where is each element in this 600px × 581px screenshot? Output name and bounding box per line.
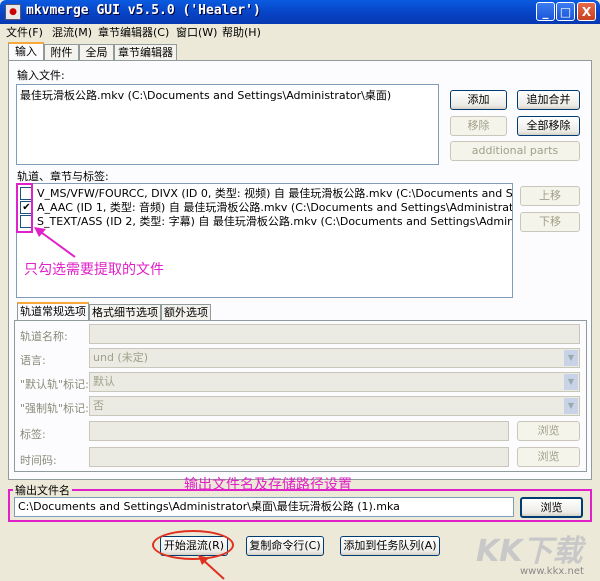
add-to-queue-button[interactable]: 添加到任务队列(A) (340, 536, 440, 556)
maximize-button[interactable]: □ (556, 2, 575, 21)
language-label: 语言: (20, 354, 46, 367)
output-filename-label: 输出文件名 (13, 482, 72, 498)
default-flag-select[interactable]: 默认 ▼ (89, 372, 580, 392)
remove-all-button[interactable]: 全部移除 (517, 116, 580, 136)
forced-flag-value: 否 (93, 399, 104, 412)
tab-global[interactable]: 全局 (79, 44, 114, 61)
default-flag-value: 默认 (93, 375, 115, 388)
default-flag-label: "默认轨"标记: (20, 378, 89, 391)
timecodes-label: 时间码: (20, 454, 57, 467)
annotation-arrow-icon (34, 227, 76, 258)
window-title: mkvmerge GUI v5.5.0 ('Healer') (26, 3, 261, 18)
language-value: und (未定) (93, 351, 149, 364)
kk-watermark-logo: KK下载 (476, 534, 583, 569)
track-item-audio[interactable]: A_AAC (ID 1, 类型: 音频) 自 最佳玩滑板公路.mkv (C:\D… (37, 201, 512, 215)
track-item-subtitle[interactable]: S_TEXT/ASS (ID 2, 类型: 字幕) 自 最佳玩滑板公路.mkv … (37, 215, 512, 229)
timecodes-browse-button[interactable]: 浏览 (517, 447, 580, 467)
subtab-format[interactable]: 格式细节选项 (89, 304, 161, 321)
input-file-item[interactable]: 最佳玩滑板公路.mkv (C:\Documents and Settings\A… (20, 87, 391, 103)
minimize-button[interactable]: _ (536, 2, 555, 21)
tags-browse-button[interactable]: 浏览 (517, 421, 580, 441)
kk-watermark-url: www.kkx.net (520, 566, 584, 577)
menu-file[interactable]: 文件(F) (6, 24, 43, 42)
move-down-button[interactable]: 下移 (520, 212, 580, 232)
input-files-label: 输入文件: (17, 69, 65, 82)
input-files-list[interactable]: 最佳玩滑板公路.mkv (C:\Documents and Settings\A… (16, 84, 439, 165)
track-name-field[interactable] (89, 324, 580, 344)
menu-mux[interactable]: 混流(M) (52, 24, 92, 42)
menu-chapter-editor[interactable]: 章节编辑器(C) (98, 24, 169, 42)
remove-button[interactable]: 移除 (450, 116, 507, 136)
tracks-label: 轨道、章节与标签: (17, 170, 109, 183)
tab-attachments[interactable]: 附件 (44, 44, 79, 61)
mkv-app-icon: ● (5, 4, 21, 20)
tab-chapter-editor[interactable]: 章节编辑器 (114, 44, 177, 61)
timecodes-field[interactable] (89, 447, 509, 467)
copy-command-button[interactable]: 复制命令行(C) (246, 536, 324, 556)
chevron-down-icon: ▼ (564, 350, 578, 366)
tags-label: 标签: (20, 428, 46, 441)
additional-parts-button[interactable]: additional parts (450, 141, 580, 161)
subtab-extra[interactable]: 额外选项 (161, 304, 211, 321)
menu-window[interactable]: 窗口(W) (176, 24, 217, 42)
chevron-down-icon: ▼ (564, 374, 578, 390)
tab-input[interactable]: 输入 (8, 42, 44, 61)
menu-help[interactable]: 帮助(H) (222, 24, 261, 42)
menu-bar: 文件(F) 混流(M) 章节编辑器(C) 窗口(W) 帮助(H) (0, 24, 600, 42)
track-name-label: 轨道名称: (20, 330, 68, 343)
move-up-button[interactable]: 上移 (520, 186, 580, 206)
language-select[interactable]: und (未定) ▼ (89, 348, 580, 368)
forced-flag-select[interactable]: 否 ▼ (89, 396, 580, 416)
chevron-down-icon: ▼ (564, 398, 578, 414)
title-bar: ● mkvmerge GUI v5.5.0 ('Healer') _ □ X (0, 0, 600, 24)
append-button[interactable]: 追加合并 (517, 90, 580, 110)
output-browse-button[interactable]: 浏览 (520, 497, 583, 518)
start-arrow-icon (198, 555, 225, 580)
tracks-list[interactable]: V_MS/VFW/FOURCC, DIVX (ID 0, 类型: 视频) 自 最… (16, 183, 513, 298)
close-button[interactable]: X (577, 2, 596, 21)
forced-flag-label: "强制轨"标记: (20, 402, 89, 415)
track-item-video[interactable]: V_MS/VFW/FOURCC, DIVX (ID 0, 类型: 视频) 自 最… (37, 187, 512, 201)
tags-field[interactable] (89, 421, 509, 441)
add-button[interactable]: 添加 (450, 90, 507, 110)
output-filename-field[interactable]: C:\Documents and Settings\Administrator\… (14, 497, 514, 517)
subtab-general[interactable]: 轨道常规选项 (17, 302, 89, 321)
select-tracks-annotation: 只勾选需要提取的文件 (24, 262, 164, 278)
